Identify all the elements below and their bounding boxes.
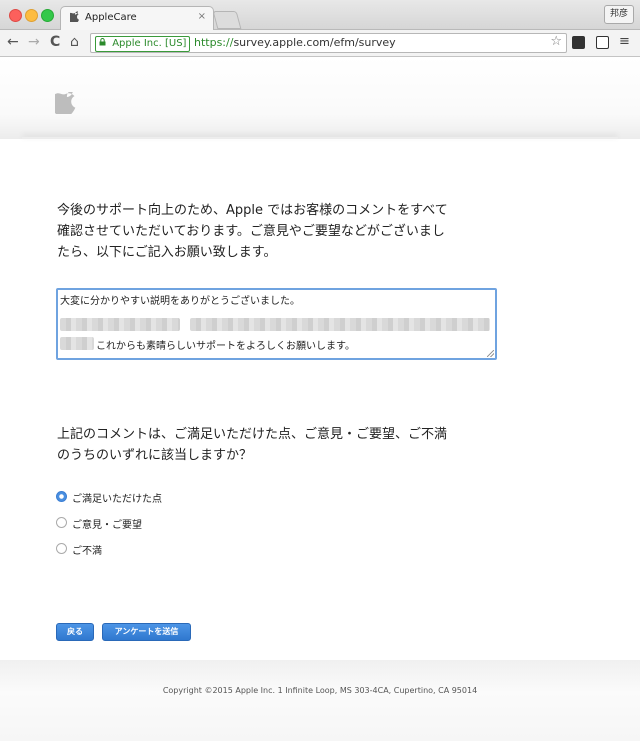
- option-label: ご満足いただけた点: [72, 494, 162, 505]
- lock-icon: [99, 38, 109, 49]
- apple-logo-icon: [50, 89, 77, 116]
- bookmark-star-icon[interactable]: ☆: [550, 34, 562, 49]
- survey-question-text: 上記のコメントは、ご満足いただけた点、ご意見・ご要望、ご不満のうちのいずれに該当…: [57, 427, 448, 463]
- copyright-text: Copyright ©2015 Apple Inc. 1 Infinite Lo…: [162, 686, 478, 695]
- new-tab-button[interactable]: [212, 11, 242, 29]
- radio-button[interactable]: [56, 517, 67, 528]
- tab-close-icon[interactable]: ×: [198, 11, 206, 22]
- radio-button[interactable]: [56, 491, 67, 502]
- comment-textarea[interactable]: 大変に分かりやすい説明をありがとうございました。 これからも素晴らしいサポートを…: [56, 288, 497, 360]
- radio-button[interactable]: [56, 543, 67, 554]
- apple-favicon-icon: [67, 11, 79, 25]
- tab-strip: AppleCare × 邦彦: [0, 0, 640, 30]
- comment-line: これからも素晴らしいサポートをよろしくお願いします。: [96, 341, 355, 352]
- tab-title: AppleCare: [85, 12, 137, 23]
- zoom-window-button[interactable]: [41, 9, 54, 22]
- back-button[interactable]: 戻る: [56, 623, 94, 641]
- browser-toolbar: ← → C ⌂ Apple Inc. [US] https://survey.a…: [0, 30, 640, 57]
- url-scheme: https://: [194, 36, 234, 49]
- menu-icon[interactable]: ≡: [619, 34, 630, 49]
- redacted-text: [60, 318, 180, 331]
- redacted-text: [190, 318, 490, 331]
- page-footer: [0, 660, 640, 741]
- page-header: [0, 57, 640, 139]
- option-label: ご不満: [72, 546, 102, 557]
- extension-icon-2[interactable]: [596, 36, 609, 49]
- url-path: survey.apple.com/efm/survey: [233, 36, 396, 49]
- url-text: https://survey.apple.com/efm/survey: [194, 36, 396, 50]
- profile-button[interactable]: 邦彦: [603, 5, 634, 24]
- resize-handle[interactable]: [487, 350, 494, 357]
- back-arrow-icon[interactable]: ←: [7, 33, 19, 51]
- survey-intro-text: 今後のサポート向上のため、Apple ではお客様のコメントをすべて確認させていた…: [57, 203, 448, 260]
- submit-survey-button[interactable]: アンケートを送信: [102, 623, 191, 641]
- close-window-button[interactable]: [9, 9, 22, 22]
- forward-arrow-icon[interactable]: →: [28, 33, 40, 51]
- minimize-window-button[interactable]: [25, 9, 38, 22]
- address-bar[interactable]: Apple Inc. [US] https://survey.apple.com…: [90, 33, 567, 53]
- option-label: ご意見・ご要望: [72, 520, 142, 531]
- redacted-text: [60, 337, 94, 350]
- ev-label: Apple Inc. [US]: [112, 38, 187, 49]
- ev-certificate-badge[interactable]: Apple Inc. [US]: [95, 36, 191, 52]
- home-icon[interactable]: ⌂: [70, 33, 79, 51]
- extension-icon[interactable]: [572, 36, 585, 49]
- content-divider: [22, 137, 618, 139]
- tab-applecare[interactable]: AppleCare ×: [60, 6, 214, 30]
- comment-line: 大変に分かりやすい説明をありがとうございました。: [60, 296, 300, 307]
- reload-icon[interactable]: C: [50, 33, 60, 51]
